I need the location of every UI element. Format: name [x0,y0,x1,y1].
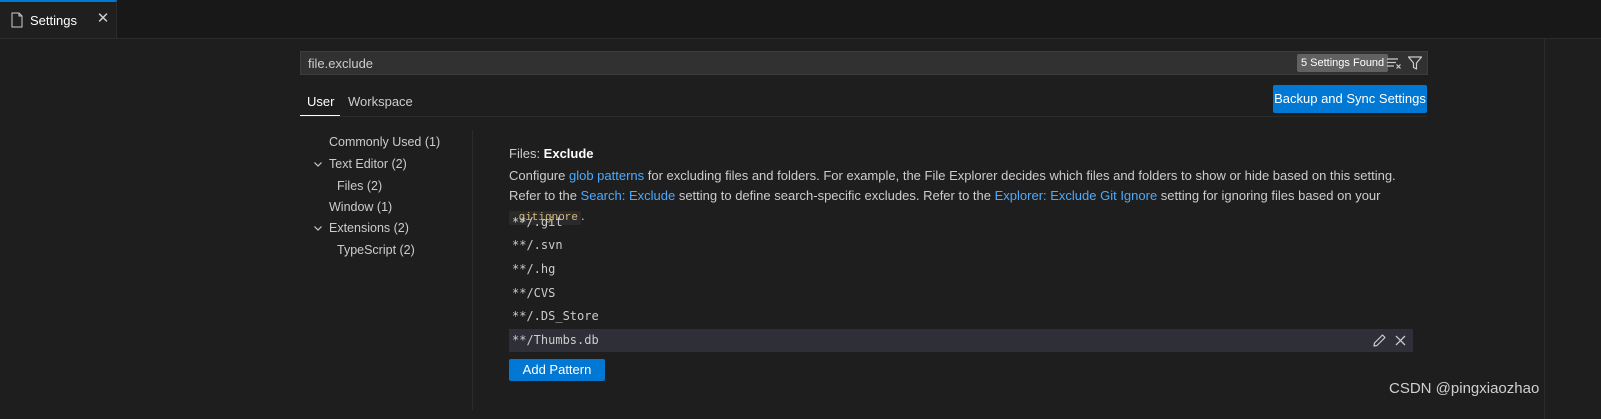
setting-title: Files: Exclude [509,146,594,161]
search-input-value[interactable]: file.exclude [308,56,373,71]
backup-sync-button[interactable]: Backup and Sync Settings [1273,85,1427,113]
close-icon[interactable]: ✕ [95,11,111,27]
toc-item-commonly-used[interactable]: Commonly Used (1) [329,135,440,149]
tab-label: Settings [30,13,77,28]
watermark: CSDN @pingxiaozhao [1389,380,1540,397]
list-item[interactable]: **/.DS_Store [509,305,1413,328]
list-item[interactable]: **/.hg [509,258,1413,281]
chevron-down-icon[interactable] [312,158,324,170]
toc-item-extensions[interactable]: Extensions (2) [329,221,409,235]
header-divider [300,116,1427,117]
chevron-down-icon[interactable] [312,222,324,234]
clear-search-icon[interactable] [1386,55,1402,71]
file-icon [11,12,23,28]
close-icon[interactable] [1393,333,1408,348]
desc-text: Configure [509,168,569,183]
list-item[interactable]: **/.svn [509,234,1413,257]
pattern-value: **/CVS [512,286,556,300]
pattern-value: **/.svn [512,238,563,252]
desc-text: setting to define search-specific exclud… [675,188,995,203]
toc-item-typescript[interactable]: TypeScript (2) [337,243,415,257]
list-item[interactable]: **/.git [509,211,1413,234]
toc-item-window[interactable]: Window (1) [329,200,392,214]
list-item[interactable]: **/CVS [509,282,1413,305]
results-count-badge: 5 Settings Found [1297,54,1389,72]
list-item[interactable]: **/Thumbs.db [509,329,1413,352]
filter-icon[interactable] [1407,55,1423,71]
search-exclude-link[interactable]: Search: Exclude [581,188,676,203]
explorer-exclude-git-ignore-link[interactable]: Explorer: Exclude Git Ignore [995,188,1158,203]
pattern-value: **/Thumbs.db [512,333,599,347]
glob-patterns-link[interactable]: glob patterns [569,168,644,183]
add-pattern-button[interactable]: Add Pattern [509,359,605,381]
pattern-value: **/.DS_Store [512,309,599,323]
setting-name: Exclude [543,146,594,161]
desc-text: setting for ignoring files based on your [1157,188,1381,203]
pattern-value: **/.hg [512,262,556,276]
edit-icon[interactable] [1372,333,1387,348]
tab-settings[interactable]: Settings ✕ [0,0,117,38]
toc-divider [472,130,473,410]
setting-category: Files: [509,146,544,161]
tab-user-settings[interactable]: User [307,94,334,109]
editor-scroll-edge [1544,38,1545,419]
tab-workspace-settings[interactable]: Workspace [348,94,413,109]
editor-tab-bar: Settings ✕ [0,0,1601,39]
pattern-value: **/.git [512,215,563,229]
toc-item-files[interactable]: Files (2) [337,179,382,193]
toc-item-text-editor[interactable]: Text Editor (2) [329,157,407,171]
search-settings-input[interactable]: file.exclude 5 Settings Found [300,51,1428,75]
